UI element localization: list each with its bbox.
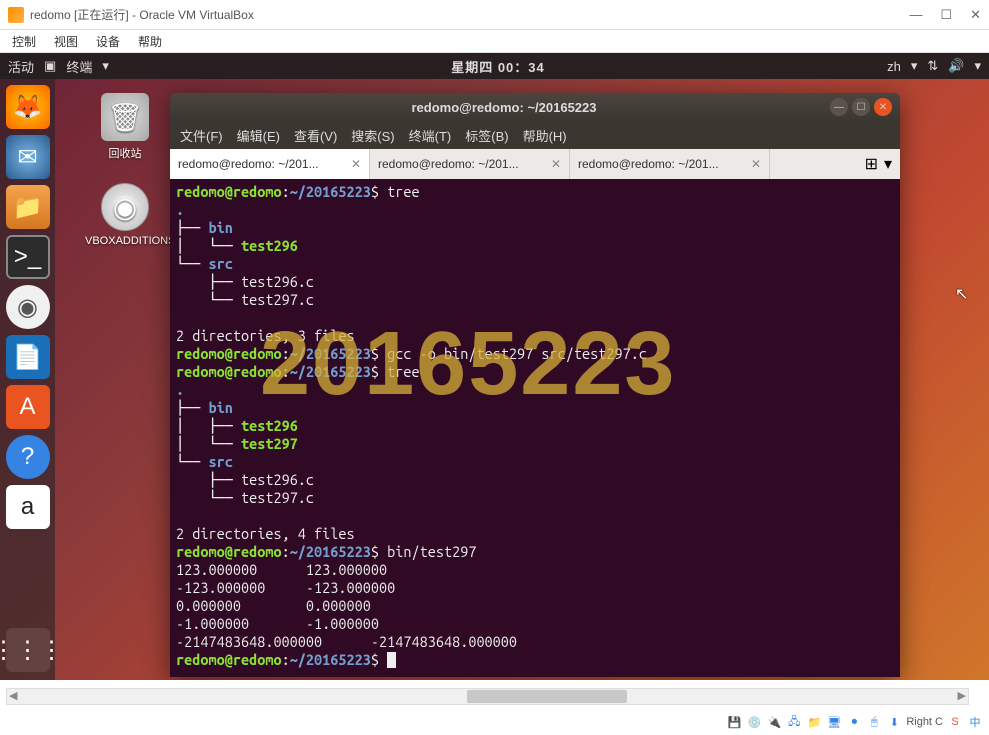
terminal-tab[interactable]: redomo@redomo: ~/201... ✕ [370,149,570,179]
tab-close-icon[interactable]: ✕ [351,157,361,171]
term-menu-edit[interactable]: 编辑(E) [237,126,280,145]
activities-button[interactable]: 活动 [8,57,34,76]
horizontal-scrollbar[interactable]: ◀ ▶ [6,688,969,705]
chevron-down-icon[interactable]: ▾ [884,154,892,174]
terminal-tabstrip: redomo@redomo: ~/201... ✕ redomo@redomo:… [170,149,900,179]
dock-terminal[interactable]: >_ [6,235,50,279]
status-hostkey: Right C [906,716,943,728]
scrollbar-thumb[interactable] [467,690,627,703]
status-usb-icon[interactable]: 🔌 [766,714,782,730]
status-hdd-icon[interactable]: 💾 [726,714,742,730]
dock-help[interactable]: ? [6,435,50,479]
tab-close-icon[interactable]: ✕ [551,157,561,171]
dock-thunderbird[interactable]: ✉ [6,135,50,179]
guest-desktop: 活动 ▣ 终端 ▾ 星期四 00：34 zh ▾ ⇅ 🔊 ▾ 🦊 ✉ 📁 >_ … [0,53,989,680]
chevron-down-icon: ▾ [911,58,918,74]
terminal-cursor [387,652,396,668]
desktop-cdrom[interactable]: ◉ VBOXADDITIONS_4.3.12_93... [85,183,165,247]
menu-device[interactable]: 设备 [96,33,120,50]
terminal-title: redomo@redomo: ~/20165223 [178,100,830,115]
term-menu-view[interactable]: 查看(V) [294,126,337,145]
dock-show-apps[interactable]: ⋮⋮⋮ [6,628,50,672]
virtualbox-icon [8,7,24,23]
tab-extra: ⊞ ▾ [857,149,900,179]
dock-files[interactable]: 📁 [6,185,50,229]
status-optical-icon[interactable]: 💿 [746,714,762,730]
term-menu-help[interactable]: 帮助(H) [523,126,567,145]
menu-view[interactable]: 视图 [54,33,78,50]
dock-firefox[interactable]: 🦊 [6,85,50,129]
trash-label: 回收站 [85,145,165,161]
topbar-term-icon: ▣ [44,58,56,74]
scroll-left-icon[interactable]: ◀ [9,689,17,702]
dock-amazon[interactable]: a [6,485,50,529]
status-mouse-icon[interactable]: 🖱 [866,714,882,730]
term-menu-search[interactable]: 搜索(S) [351,126,394,145]
status-network-icon[interactable]: 🖧 [786,714,802,730]
input-lang[interactable]: zh [887,59,901,74]
cdrom-label: VBOXADDITIONS_4.3.12_93... [85,235,165,247]
terminal-tab[interactable]: redomo@redomo: ~/201... ✕ [570,149,770,179]
terminal-window: redomo@redomo: ~/20165223 — ☐ ✕ 文件(F) 编辑… [170,93,900,677]
status-display-icon[interactable]: 🖥 [826,714,842,730]
terminal-minimize-button[interactable]: — [830,98,848,116]
vbox-titlebar: redomo [正在运行] - Oracle VM VirtualBox — ☐… [0,0,989,30]
ime-lang-icon[interactable]: 中 [967,714,983,730]
maximize-button[interactable]: ☐ [940,7,952,23]
topbar-app-label[interactable]: 终端 [66,57,92,76]
tab-label: redomo@redomo: ~/201... [178,157,345,171]
trash-icon: 🗑 [101,93,149,141]
terminal-menubar: 文件(F) 编辑(E) 查看(V) 搜索(S) 终端(T) 标签(B) 帮助(H… [170,121,900,149]
window-controls: — ☐ ✕ [909,7,981,23]
tab-label: redomo@redomo: ~/201... [378,157,545,171]
dock-rhythmbox[interactable]: ◉ [6,285,50,329]
status-keyboard-icon[interactable]: ⬇ [886,714,902,730]
menu-help[interactable]: 帮助 [138,33,162,50]
cdrom-icon: ◉ [101,183,149,231]
terminal-titlebar[interactable]: redomo@redomo: ~/20165223 — ☐ ✕ [170,93,900,121]
dock-libreoffice-writer[interactable]: 📄 [6,335,50,379]
term-menu-tabs[interactable]: 标签(B) [465,126,508,145]
minimize-button[interactable]: — [909,7,922,23]
terminal-tab[interactable]: redomo@redomo: ~/201... ✕ [170,149,370,179]
scroll-right-icon[interactable]: ▶ [958,689,966,702]
sogou-ime-icon[interactable]: S [947,714,963,730]
tab-label: redomo@redomo: ~/201... [578,157,745,171]
vbox-menubar: 控制 视图 设备 帮助 [0,30,989,53]
menu-control[interactable]: 控制 [12,33,36,50]
vbox-window-title: redomo [正在运行] - Oracle VM VirtualBox [30,6,909,23]
close-button[interactable]: ✕ [970,7,981,23]
gnome-topbar: 活动 ▣ 终端 ▾ 星期四 00：34 zh ▾ ⇅ 🔊 ▾ [0,53,989,79]
vbox-bottom: ◀ ▶ 💾 💿 🔌 🖧 📁 🖥 ⏺ 🖱 ⬇ Right C S 中 [0,680,989,735]
terminal-maximize-button[interactable]: ☐ [852,98,870,116]
terminal-close-button[interactable]: ✕ [874,98,892,116]
network-icon[interactable]: ⇅ [927,58,938,74]
tab-close-icon[interactable]: ✕ [751,157,761,171]
ubuntu-dock: 🦊 ✉ 📁 >_ ◉ 📄 A ? a ⋮⋮⋮ [0,79,55,680]
term-menu-terminal[interactable]: 终端(T) [409,126,452,145]
vbox-statusbar: 💾 💿 🔌 🖧 📁 🖥 ⏺ 🖱 ⬇ Right C S 中 [726,714,983,730]
desktop-trash[interactable]: 🗑 回收站 [85,93,165,161]
term-menu-file[interactable]: 文件(F) [180,126,223,145]
terminal-body[interactable]: redomo@redomo:~/20165223$ tree . ├── bin… [170,179,900,677]
volume-icon[interactable]: 🔊 [948,58,964,74]
new-tab-icon[interactable]: ⊞ [865,154,878,174]
dock-ubuntu-software[interactable]: A [6,385,50,429]
status-recording-icon[interactable]: ⏺ [846,714,862,730]
chevron-down-icon: ▾ [974,58,981,74]
topbar-clock[interactable]: 星期四 00：34 [109,57,887,76]
status-shared-icon[interactable]: 📁 [806,714,822,730]
